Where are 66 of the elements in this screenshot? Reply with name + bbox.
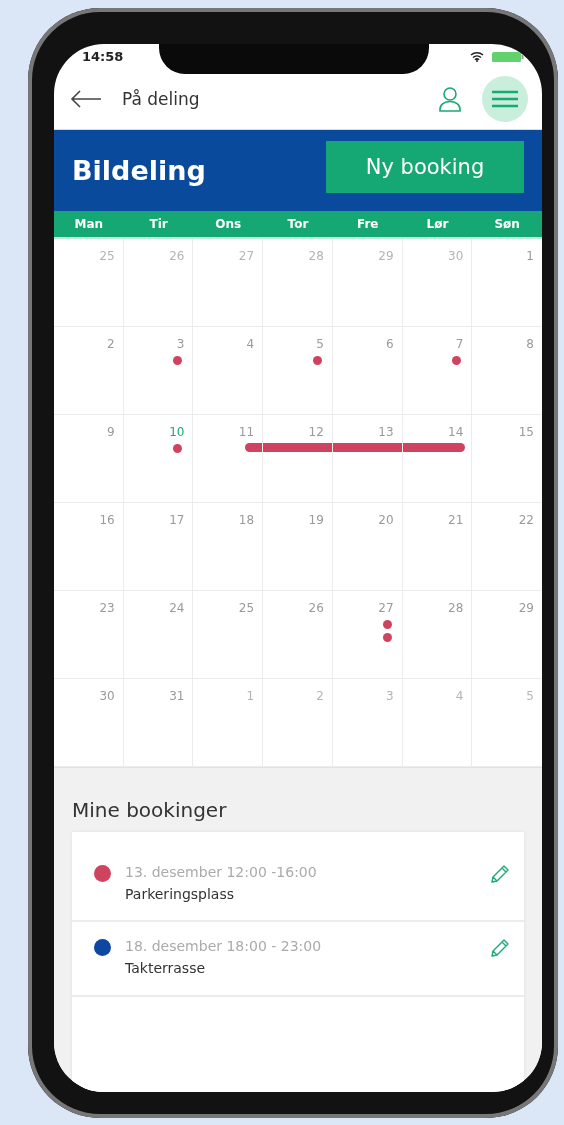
section-title: Bildeling [72, 154, 206, 186]
day-number[interactable]: 2 [316, 689, 324, 703]
battery-icon [492, 50, 524, 63]
day-number[interactable]: 12 [308, 425, 324, 439]
weekday-label: Tor [286, 217, 310, 231]
booking-time: 18. desember 18:00 - 23:00 [125, 938, 323, 954]
day-number[interactable]: 27 [238, 249, 255, 263]
day-number[interactable]: 4 [455, 689, 464, 703]
weekday-label: Ons [214, 217, 243, 231]
new-booking-button[interactable]: Ny booking [326, 141, 524, 194]
weekday-label: Man [73, 217, 105, 231]
day-number[interactable]: 21 [448, 513, 464, 527]
day-number[interactable]: 6 [385, 337, 394, 351]
day-number[interactable]: 19 [308, 513, 324, 527]
day-number[interactable]: 2 [107, 337, 115, 351]
booking-place: Takterrasse [125, 960, 207, 976]
status-time: 14:58 [82, 49, 124, 65]
back-arrow-icon[interactable] [70, 90, 102, 109]
day-number[interactable]: 26 [308, 601, 324, 615]
day-number[interactable]: 20 [378, 513, 394, 527]
day-number[interactable]: 14 [448, 425, 464, 439]
day-number[interactable]: 13 [378, 425, 394, 439]
day-number[interactable]: 7 [455, 337, 464, 351]
day-number[interactable]: 28 [448, 601, 464, 615]
day-number[interactable]: 8 [526, 337, 534, 351]
day-number[interactable]: 5 [526, 689, 534, 703]
day-number[interactable]: 23 [99, 601, 115, 615]
weekday-label: Lør [425, 217, 450, 231]
menu-button[interactable] [482, 76, 528, 123]
day-number[interactable]: 29 [378, 249, 394, 263]
day-number[interactable]: 15 [518, 425, 534, 439]
menu-icon [492, 90, 518, 109]
day-number[interactable]: 26 [169, 249, 185, 263]
pencil-icon[interactable] [490, 938, 510, 958]
weekday-label: Tir [148, 217, 169, 231]
day-number[interactable]: 5 [316, 337, 324, 351]
day-number[interactable]: 30 [99, 689, 115, 703]
day-number[interactable]: 27 [378, 601, 394, 615]
day-number[interactable]: 17 [169, 513, 185, 527]
user-icon[interactable] [438, 86, 462, 113]
day-number[interactable]: 25 [99, 249, 115, 263]
day-number[interactable]: 30 [448, 249, 464, 263]
day-number[interactable]: 28 [308, 249, 324, 263]
day-number[interactable]: 22 [518, 513, 534, 527]
day-number[interactable]: 29 [518, 601, 534, 615]
day-number[interactable]: 18 [238, 513, 255, 527]
day-number[interactable]: 3 [176, 337, 185, 351]
booking-time: 13. desember 12:00 -16:00 [125, 864, 318, 880]
pencil-icon[interactable] [490, 864, 510, 884]
day-number[interactable]: 1 [246, 689, 255, 703]
day-number[interactable]: 3 [385, 689, 394, 703]
page-title: På deling [122, 89, 201, 110]
booking-place: Parkeringsplass [125, 886, 235, 902]
day-number[interactable]: 10 [169, 425, 185, 439]
section-heading: Mine bookinger [72, 798, 228, 822]
day-number[interactable]: 9 [107, 425, 115, 439]
day-number[interactable]: 25 [238, 601, 255, 615]
day-number[interactable]: 4 [246, 337, 255, 351]
day-number[interactable]: 24 [169, 601, 185, 615]
wifi-icon [470, 51, 484, 63]
day-number[interactable]: 31 [169, 689, 185, 703]
weekday-label: Søn [493, 217, 521, 231]
day-number[interactable]: 11 [238, 425, 255, 439]
weekday-label: Fre [355, 217, 380, 231]
day-number[interactable]: 1 [526, 249, 534, 263]
day-number[interactable]: 16 [99, 513, 115, 527]
